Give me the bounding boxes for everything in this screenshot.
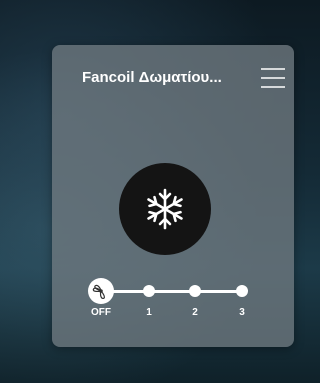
speed-label-1: 1: [146, 307, 152, 318]
speed-label-off: OFF: [91, 307, 111, 318]
speed-label-2: 2: [192, 307, 198, 318]
speed-1-button[interactable]: [143, 285, 155, 297]
hamburger-menu-icon: [261, 68, 285, 88]
speed-2-button[interactable]: [189, 285, 201, 297]
fancoil-card: Fancoil Δωματίου... OFF 1 2 3: [52, 45, 294, 347]
fan-icon: [92, 284, 105, 299]
menu-button[interactable]: [258, 65, 288, 91]
mode-toggle-button[interactable]: [119, 163, 211, 255]
speed-track: [100, 290, 244, 293]
fan-speed-selector: OFF 1 2 3: [80, 277, 260, 327]
snowflake-icon: [147, 188, 183, 230]
card-title: Fancoil Δωματίου...: [82, 69, 222, 86]
speed-label-3: 3: [239, 307, 245, 318]
speed-3-button[interactable]: [236, 285, 248, 297]
speed-off-button[interactable]: [88, 278, 114, 304]
